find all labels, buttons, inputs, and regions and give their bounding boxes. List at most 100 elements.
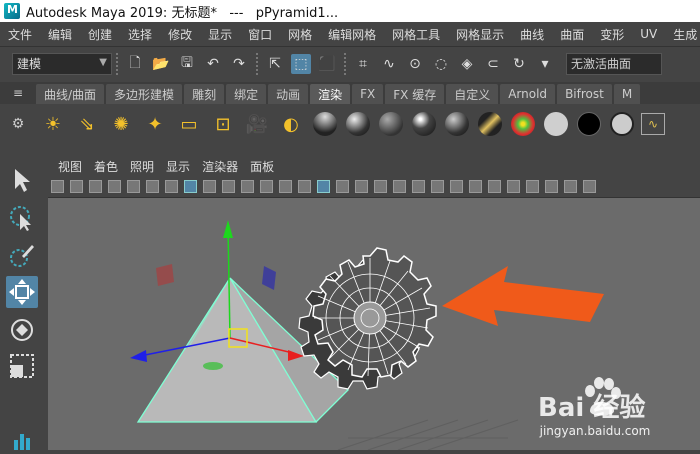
open-scene-icon[interactable]: 📂 (151, 54, 171, 74)
magnet-icon[interactable]: ⊂ (483, 54, 503, 74)
shader-lambert-icon[interactable] (378, 112, 403, 136)
menu-set-dropdown[interactable]: 建模 ▼ (12, 52, 112, 75)
shader-blinn-icon[interactable] (345, 112, 370, 136)
tab-rendering[interactable]: 渲染 (310, 84, 351, 104)
camera-attributes-icon[interactable] (70, 180, 83, 193)
shader-anisotropic-icon[interactable] (477, 112, 502, 136)
scale-tool-icon[interactable] (6, 350, 38, 382)
tab-rigging[interactable]: 绑定 (226, 84, 267, 104)
menu-edit-mesh[interactable]: 编辑网格 (320, 26, 384, 43)
textured-icon[interactable] (374, 180, 387, 193)
panel-menu-renderer[interactable]: 渲染器 (196, 158, 244, 175)
menu-display[interactable]: 显示 (200, 26, 240, 43)
tab-fx[interactable]: FX (352, 84, 384, 104)
shader-phong-icon[interactable] (411, 112, 436, 136)
use-all-lights-icon[interactable] (393, 180, 406, 193)
undo-icon[interactable]: ↶ (203, 54, 223, 74)
bookmark-icon[interactable] (89, 180, 102, 193)
shader-use-background-icon[interactable] (609, 112, 634, 136)
redo-icon[interactable]: ↷ (229, 54, 249, 74)
safe-title-icon[interactable] (279, 180, 292, 193)
wireframe-on-shaded-icon[interactable] (355, 180, 368, 193)
screen-space-ao-icon[interactable] (431, 180, 444, 193)
shader-ramp-icon[interactable] (510, 112, 535, 136)
select-tool-icon[interactable] (6, 164, 38, 196)
panel-menu-shading[interactable]: 着色 (88, 158, 124, 175)
menu-mesh-tools[interactable]: 网格工具 (384, 26, 448, 43)
tab-poly-modeling[interactable]: 多边形建模 (106, 84, 183, 104)
shelf-menu-icon[interactable]: ≡ (0, 82, 36, 104)
motion-blur-icon[interactable] (450, 180, 463, 193)
menu-deform[interactable]: 变形 (592, 26, 632, 43)
tab-mash[interactable]: M (613, 84, 641, 104)
paint-select-tool-icon[interactable] (6, 240, 38, 272)
grid-icon[interactable] (165, 180, 178, 193)
area-light-rect-icon[interactable]: ▭ (175, 110, 203, 138)
select-hierarchy-icon[interactable]: ⇱ (265, 54, 285, 74)
film-gate-icon[interactable] (184, 180, 197, 193)
live-surface-field[interactable]: 无激活曲面 (566, 52, 662, 75)
tab-fx-caching[interactable]: FX 缓存 (385, 84, 445, 104)
snap-grid-icon[interactable]: ⌗ (353, 54, 373, 74)
lasso-tool-icon[interactable] (6, 202, 38, 234)
grease-pencil-icon[interactable] (146, 180, 159, 193)
menu-mesh[interactable]: 网格 (280, 26, 320, 43)
volume-light-icon[interactable]: ⊡ (209, 110, 237, 138)
exposure-icon[interactable] (583, 180, 596, 193)
default-material-icon[interactable] (336, 180, 349, 193)
image-plane-icon[interactable] (108, 180, 121, 193)
shadows-icon[interactable] (412, 180, 425, 193)
menu-mesh-display[interactable]: 网格显示 (448, 26, 512, 43)
tab-sculpting[interactable]: 雕刻 (184, 84, 225, 104)
field-chart-icon[interactable] (241, 180, 254, 193)
gear-wireframe-object[interactable] (298, 247, 437, 390)
hypershade-icon[interactable]: ∿ (641, 113, 665, 135)
panel-menu-show[interactable]: 显示 (160, 158, 196, 175)
isolate-select-icon[interactable] (507, 180, 520, 193)
panel-menu-panels[interactable]: 面板 (244, 158, 280, 175)
directional-light-icon[interactable]: ☀ (39, 110, 67, 138)
safe-action-icon[interactable] (260, 180, 273, 193)
panel-menu-view[interactable]: 视图 (52, 158, 88, 175)
menu-uv[interactable]: UV (632, 27, 665, 41)
gear-icon[interactable]: ⚙ (0, 116, 36, 132)
tab-custom[interactable]: 自定义 (446, 84, 499, 104)
menu-generate[interactable]: 生成 (665, 26, 700, 43)
menu-edit[interactable]: 编辑 (40, 26, 80, 43)
wireframe-icon[interactable] (298, 180, 311, 193)
smooth-shade-icon[interactable] (317, 180, 330, 193)
snap-view-icon[interactable]: ◌ (431, 54, 451, 74)
menu-surfaces[interactable]: 曲面 (552, 26, 592, 43)
shader-sphere-icon[interactable] (312, 112, 337, 136)
tab-bifrost[interactable]: Bifrost (557, 84, 612, 104)
shader-surface-black-icon[interactable] (576, 112, 601, 136)
tab-curves-surfaces[interactable]: 曲线/曲面 (36, 84, 105, 104)
menu-windows[interactable]: 窗口 (240, 26, 280, 43)
menu-create[interactable]: 创建 (80, 26, 120, 43)
depth-of-field-icon[interactable] (488, 180, 501, 193)
render-icon[interactable]: ◐ (277, 110, 305, 138)
menu-modify[interactable]: 修改 (160, 26, 200, 43)
move-tool-icon[interactable] (6, 276, 38, 308)
anti-aliasing-icon[interactable] (469, 180, 482, 193)
new-scene-icon[interactable]: 🗋 (125, 54, 145, 74)
chevron-down-icon[interactable]: ▾ (535, 54, 555, 74)
xray-icon[interactable] (526, 180, 539, 193)
camera-select-icon[interactable] (51, 180, 64, 193)
menu-curves[interactable]: 曲线 (512, 26, 552, 43)
snap-surface-icon[interactable]: ◈ (457, 54, 477, 74)
bar-chart-icon[interactable] (6, 422, 38, 454)
area-light-icon[interactable]: ⇘ (73, 110, 101, 138)
panel-menu-lighting[interactable]: 照明 (124, 158, 160, 175)
resolution-gate-icon[interactable] (203, 180, 216, 193)
2d-pan-zoom-icon[interactable] (127, 180, 140, 193)
menu-file[interactable]: 文件 (0, 26, 40, 43)
save-scene-icon[interactable]: 🖫 (177, 54, 197, 74)
tab-arnold[interactable]: Arnold (500, 84, 556, 104)
gate-mask-icon[interactable] (222, 180, 235, 193)
tab-animation[interactable]: 动画 (268, 84, 309, 104)
rotate-tool-icon[interactable] (6, 314, 38, 346)
select-component-icon[interactable]: ⬛ (317, 54, 337, 74)
snap-curve-icon[interactable]: ∿ (379, 54, 399, 74)
xray-joints-icon[interactable] (545, 180, 558, 193)
